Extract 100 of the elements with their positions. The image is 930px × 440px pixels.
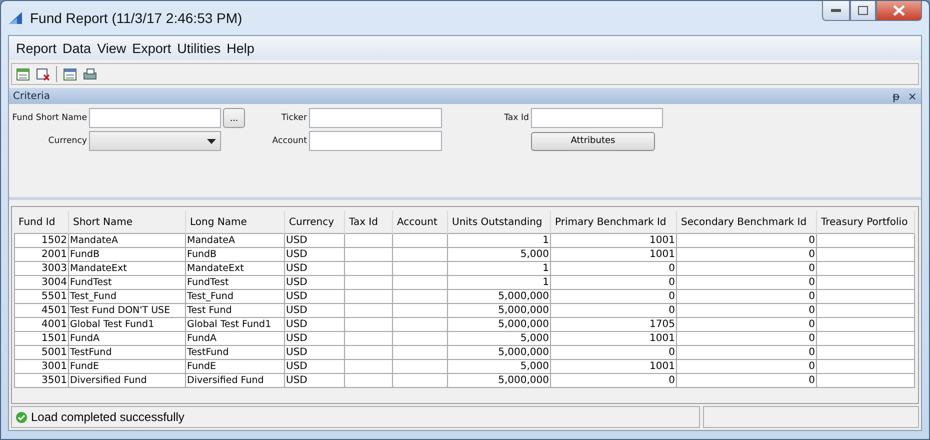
table-cell: 1001 bbox=[550, 332, 676, 346]
table-cell: 5,000,000 bbox=[448, 318, 550, 332]
close-button[interactable] bbox=[876, 1, 922, 21]
table-cell: 0 bbox=[676, 276, 816, 290]
table-cell: Test Fund DON'T USE bbox=[68, 304, 186, 318]
table-cell: USD bbox=[284, 276, 344, 290]
table-cell: 5,000 bbox=[448, 360, 550, 374]
table-cell: USD bbox=[284, 234, 344, 248]
table-cell bbox=[392, 248, 448, 262]
table-cell bbox=[392, 290, 448, 304]
menu-item[interactable]: Report bbox=[13, 40, 60, 56]
table-cell: 0 bbox=[550, 262, 676, 276]
menu-item[interactable]: Help bbox=[224, 40, 258, 56]
input-field[interactable] bbox=[309, 108, 442, 128]
table-cell: Global Test Fund1 bbox=[68, 318, 186, 332]
table-cell bbox=[344, 318, 392, 332]
field-label: Fund Short Name bbox=[11, 113, 87, 123]
browse-button[interactable]: ... bbox=[223, 108, 245, 128]
table-cell: FundB bbox=[68, 248, 186, 262]
table-cell: 0 bbox=[676, 318, 816, 332]
table-cell: MandateA bbox=[186, 234, 284, 248]
table-cell: FundE bbox=[186, 360, 284, 374]
table-cell: 5501 bbox=[14, 290, 68, 304]
table-cell: 1 bbox=[448, 234, 550, 248]
table-cell: Test_Fund bbox=[186, 290, 284, 304]
table-cell bbox=[344, 290, 392, 304]
table-cell: 0 bbox=[676, 374, 816, 388]
table-cell: 3003 bbox=[14, 262, 68, 276]
window-title: Fund Report (11/3/17 2:46:53 PM) bbox=[30, 10, 242, 26]
delete-icon[interactable] bbox=[36, 68, 50, 80]
table-cell: TestFund bbox=[68, 346, 186, 360]
table-cell: FundB bbox=[186, 248, 284, 262]
table-cell: 4001 bbox=[14, 318, 68, 332]
table-cell: Test Fund bbox=[186, 304, 284, 318]
attributes-button[interactable]: Attributes bbox=[531, 132, 655, 150]
table-cell bbox=[344, 360, 392, 374]
table-cell: 0 bbox=[550, 346, 676, 360]
table-cell: 0 bbox=[676, 332, 816, 346]
menu-item[interactable]: Export bbox=[129, 40, 174, 56]
table-cell: USD bbox=[284, 332, 344, 346]
table-cell: MandateA bbox=[68, 234, 186, 248]
table-cell: FundTest bbox=[186, 276, 284, 290]
table-cell: 1705 bbox=[550, 318, 676, 332]
table-cell: 3001 bbox=[14, 360, 68, 374]
menu-item[interactable]: Data bbox=[60, 40, 94, 56]
table-cell: USD bbox=[284, 262, 344, 276]
table-cell: USD bbox=[284, 318, 344, 332]
table-cell bbox=[392, 332, 448, 346]
input-field[interactable] bbox=[309, 131, 442, 151]
close-icon bbox=[893, 5, 905, 16]
status-message: Load completed successfully bbox=[31, 410, 184, 424]
table-cell bbox=[392, 374, 448, 388]
document-icon[interactable] bbox=[63, 68, 77, 80]
table-cell: USD bbox=[284, 346, 344, 360]
table-icon[interactable] bbox=[16, 68, 30, 80]
input-field[interactable] bbox=[89, 108, 221, 128]
success-icon bbox=[16, 412, 27, 422]
table-cell: 0 bbox=[550, 374, 676, 388]
table-cell bbox=[392, 360, 448, 374]
table-cell: 0 bbox=[550, 304, 676, 318]
app-logo-icon bbox=[8, 11, 24, 25]
panel-title: Criteria bbox=[13, 90, 51, 102]
table-cell bbox=[344, 304, 392, 318]
table-cell: 0 bbox=[676, 360, 816, 374]
pin-button[interactable]: ᵽ bbox=[892, 90, 900, 102]
table-cell: USD bbox=[284, 360, 344, 374]
maximize-button[interactable] bbox=[850, 1, 876, 21]
table-cell: FundA bbox=[186, 332, 284, 346]
table-cell: 4501 bbox=[14, 304, 68, 318]
table-cell: 5,000,000 bbox=[448, 290, 550, 304]
table-cell: 2001 bbox=[14, 248, 68, 262]
table-cell bbox=[392, 318, 448, 332]
table-cell: 3004 bbox=[14, 276, 68, 290]
menu-item[interactable]: Utilities bbox=[174, 40, 224, 56]
table-cell: USD bbox=[284, 374, 344, 388]
table-cell: 1001 bbox=[550, 360, 676, 374]
table-cell: 0 bbox=[676, 234, 816, 248]
table-cell: FundA bbox=[68, 332, 186, 346]
table-cell: 0 bbox=[676, 304, 816, 318]
field-label: Account bbox=[271, 136, 307, 146]
table-cell bbox=[344, 346, 392, 360]
table-cell: Diversified Fund bbox=[68, 374, 186, 388]
close-button[interactable]: × bbox=[908, 90, 917, 102]
field-label: Ticker bbox=[280, 113, 307, 123]
input-field[interactable] bbox=[531, 108, 663, 128]
minimize-button[interactable] bbox=[822, 1, 850, 21]
table-cell: TestFund bbox=[186, 346, 284, 360]
table-cell bbox=[344, 262, 392, 276]
table-cell: 5,000,000 bbox=[448, 374, 550, 388]
table-cell: 1001 bbox=[550, 248, 676, 262]
table-cell: 5,000,000 bbox=[448, 346, 550, 360]
field-label: Currency bbox=[47, 136, 87, 146]
menu-item[interactable]: View bbox=[94, 40, 130, 56]
table-cell bbox=[344, 234, 392, 248]
table-cell: 0 bbox=[676, 346, 816, 360]
table-cell bbox=[392, 234, 448, 248]
print-icon[interactable] bbox=[83, 68, 97, 80]
table-cell bbox=[392, 276, 448, 290]
maximize-icon bbox=[858, 6, 868, 15]
table-cell: Test_Fund bbox=[68, 290, 186, 304]
